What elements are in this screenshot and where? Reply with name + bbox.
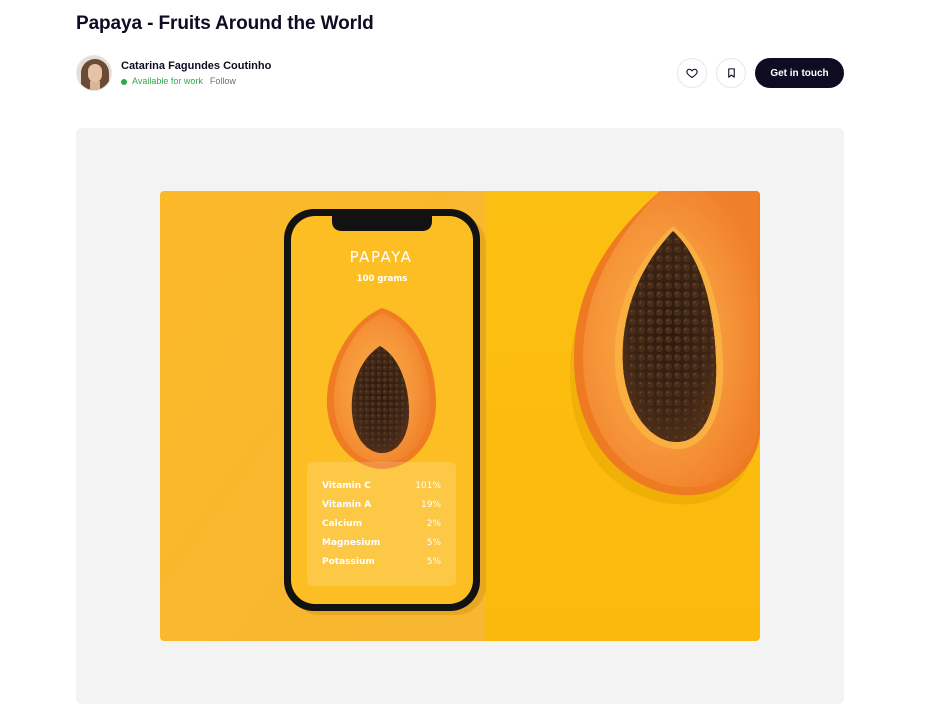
get-in-touch-button[interactable]: Get in touch bbox=[755, 58, 844, 88]
status-dot-icon bbox=[121, 78, 127, 85]
nutrient-value: 19% bbox=[420, 500, 441, 510]
nutrient-value: 5% bbox=[426, 538, 441, 548]
author-info: Catarina Fagundes Coutinho Available for… bbox=[121, 59, 271, 87]
nutrient-value: 2% bbox=[426, 519, 441, 529]
nutrient-row: Vitamin C 101% bbox=[322, 481, 441, 491]
avatar[interactable] bbox=[76, 55, 112, 91]
nutrient-row: Vitamin A 19% bbox=[322, 500, 441, 510]
author-name[interactable]: Catarina Fagundes Coutinho bbox=[121, 59, 271, 73]
phone-portion: 100 grams bbox=[356, 274, 408, 284]
nutrient-value: 101% bbox=[415, 481, 441, 491]
nutrient-name: Magnesium bbox=[322, 538, 381, 548]
phone-fruit-name: PAPAYA bbox=[349, 248, 413, 266]
nutrient-row: Magnesium 5% bbox=[322, 538, 441, 548]
shot-title: Papaya - Fruits Around the World bbox=[76, 13, 374, 34]
heart-icon bbox=[686, 68, 698, 79]
like-button[interactable] bbox=[677, 58, 707, 88]
papaya-illustration bbox=[160, 191, 760, 641]
nutrient-row: Potassium 5% bbox=[322, 557, 441, 567]
nutrient-value: 5% bbox=[426, 557, 441, 567]
nutrient-name: Vitamin A bbox=[322, 500, 372, 510]
author-block: Catarina Fagundes Coutinho Available for… bbox=[76, 55, 271, 91]
follow-button[interactable]: Follow bbox=[210, 76, 236, 87]
availability-status: Available for work bbox=[132, 76, 203, 86]
nutrient-row: Calcium 2% bbox=[322, 519, 441, 529]
nutrient-name: Vitamin C bbox=[322, 481, 371, 491]
bookmark-icon bbox=[727, 68, 735, 78]
nutrient-name: Potassium bbox=[322, 557, 375, 567]
shot-image[interactable] bbox=[160, 191, 760, 641]
nutrient-name: Calcium bbox=[322, 519, 362, 529]
author-meta: Available for work Follow bbox=[121, 76, 271, 87]
save-button[interactable] bbox=[716, 58, 746, 88]
